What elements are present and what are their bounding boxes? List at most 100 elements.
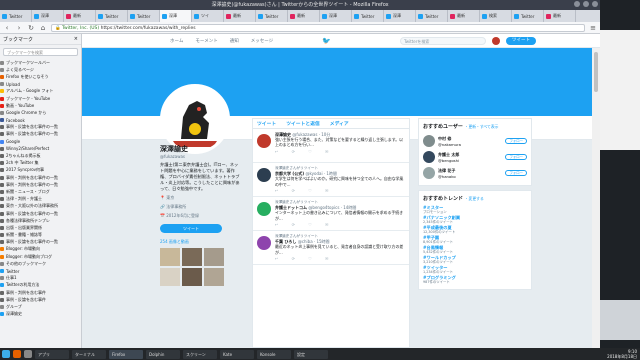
twitter-nav-item[interactable]: モーメント <box>195 38 217 44</box>
bookmark-item[interactable]: 事例・反論を含む事件の一覧 <box>0 239 81 246</box>
photo-thumb[interactable] <box>160 268 180 286</box>
tweet[interactable]: 深澤諭史さんがリツイート 千葉 ひろし @chiba · 15時間 最近のネット炎上… <box>253 231 409 266</box>
bookmark-item[interactable]: アルバム - Google フォト <box>0 88 81 95</box>
bookmark-item[interactable]: 深澤諭史 <box>0 311 81 318</box>
timeline-tab[interactable]: ツイートと返信 <box>286 120 320 127</box>
bookmark-item[interactable]: 仕事1 <box>0 275 81 282</box>
bookmark-item[interactable]: Twitter <box>0 267 81 274</box>
window-titlebar[interactable]: 深澤諭史(@fukazawas)さん | Twitterからの全世界ツイート -… <box>0 0 600 10</box>
taskbar-task[interactable]: Konsole <box>257 349 291 359</box>
browser-tab[interactable]: 最新 <box>448 10 480 22</box>
compose-tweet-button[interactable]: ツイート <box>506 37 536 45</box>
photo-thumb[interactable] <box>160 248 180 266</box>
user-avatar[interactable] <box>423 151 435 163</box>
bookmark-search-input[interactable]: ブックマークを検索 <box>3 48 78 56</box>
browser-tab[interactable]: 最新 <box>544 10 576 22</box>
bookmark-item[interactable]: 法律・判例・弁護士 <box>0 196 81 203</box>
launcher-icon[interactable] <box>13 350 21 358</box>
launcher-icon[interactable] <box>24 350 32 358</box>
browser-tab[interactable]: Twitter <box>128 10 160 22</box>
tweet-actions[interactable]: ↩ ⟳ ♡ ✉ <box>275 256 405 261</box>
url-bar[interactable]: 🔒 Twitter, Inc. (US) https://twitter.com… <box>51 23 585 32</box>
photo-thumb[interactable] <box>204 268 224 286</box>
photo-thumb[interactable] <box>204 248 224 266</box>
browser-tab[interactable]: Twitter <box>96 10 128 22</box>
sidebar-title[interactable]: ブックマーク <box>3 36 33 43</box>
browser-tab[interactable]: 検索 <box>480 10 512 22</box>
bookmark-item[interactable]: 2017 Syncprov何事 <box>0 167 81 174</box>
taskbar-task[interactable]: Dolphin <box>146 349 180 359</box>
browser-tab[interactable]: Twitter <box>256 10 288 22</box>
bookmark-item[interactable]: Blogger: 市場動向ブログ <box>0 253 81 260</box>
photos-videos-link[interactable]: 254 画像と動画 <box>160 239 240 245</box>
twitter-bird-icon[interactable]: 🐦 <box>322 37 331 45</box>
bookmark-item[interactable]: 新聞・書籍・雑誌等 <box>0 232 81 239</box>
tweet-avatar[interactable] <box>257 168 271 182</box>
suggestions-links[interactable]: ・更新・すべて表示 <box>465 124 499 129</box>
bookmark-item[interactable]: 事例・反論を含む事件の一覧 <box>0 124 81 131</box>
tweet-actions[interactable]: ↩ ⟳ ♡ ✉ <box>275 188 405 193</box>
twitter-nav-item[interactable]: 通知 <box>230 38 239 44</box>
bookmark-item[interactable]: 東京・大阪以外の法律事務所 <box>0 203 81 210</box>
browser-tab[interactable]: Twitter <box>0 10 32 22</box>
bookmark-item[interactable]: Blogger: 市場動向 <box>0 246 81 253</box>
bookmark-item[interactable]: Winny2/Share/Perfect <box>0 145 81 152</box>
clock[interactable]: 9:10 2018年8月18日 <box>607 349 640 359</box>
trends-change-link[interactable]: ・変更する <box>465 196 484 201</box>
profile-handle[interactable]: @fukazawas <box>160 154 240 159</box>
user-avatar[interactable] <box>423 167 435 179</box>
timeline-tab[interactable]: ツイート <box>257 120 276 127</box>
bookmark-item[interactable]: 新聞・ニュース・ブログ <box>0 188 81 195</box>
scrollbar-thumb[interactable] <box>594 52 598 92</box>
bookmark-item[interactable]: 事例・反論を含む事件の一覧 <box>0 210 81 217</box>
close-icon[interactable]: × <box>74 36 78 42</box>
background-window[interactable] <box>600 300 640 340</box>
browser-tab[interactable]: 深澤 <box>320 10 352 22</box>
tweet-actions[interactable]: ↩ ⟳ ♡ ✉ <box>275 222 405 227</box>
browser-tab[interactable]: 深澤 <box>32 10 64 22</box>
bookmark-item[interactable]: グループ <box>0 303 81 310</box>
tweet[interactable]: 深澤諭史さんがリツイート 弁護士ドットコム @bengo4topics · 14時… <box>253 197 409 232</box>
bookmark-item[interactable]: ブックマークツールバー <box>0 59 81 66</box>
maximize-button[interactable] <box>583 1 589 7</box>
minimize-button[interactable] <box>574 1 580 7</box>
user-name[interactable]: 法律 花子 <box>438 168 455 173</box>
bookmark-item[interactable]: 動画 - YouTube <box>0 102 81 109</box>
tweet-actions[interactable]: ↩ ⟳ ♡ ✉ <box>275 149 405 154</box>
profile-url[interactable]: 🔗 法律事務所 <box>160 204 240 210</box>
bookmark-item[interactable]: 事例・反論を含む事件 <box>0 296 81 303</box>
tweet[interactable]: 深澤諭史 @fukazawas · 10分 強い主張を行う場合、また、対策などを要… <box>253 129 409 163</box>
browser-tab[interactable]: Twitter <box>512 10 544 22</box>
tweet[interactable]: 深澤諭史さんがリツイート 京都大学 (公式) @kyodai · 1時間 大学生は何… <box>253 163 409 198</box>
suggested-user[interactable]: 中村 修 @nakamura フォロー <box>423 133 527 149</box>
browser-tab[interactable]: 最新 <box>224 10 256 22</box>
account-avatar[interactable] <box>492 37 500 45</box>
user-name[interactable]: 中村 修 <box>438 136 451 141</box>
taskbar-task[interactable]: Firefox <box>109 349 143 359</box>
home-icon[interactable]: ⌂ <box>39 24 47 32</box>
browser-tab[interactable]: Twitter <box>352 10 384 22</box>
tweet-avatar[interactable] <box>257 236 271 251</box>
twitter-nav-item[interactable]: ホーム <box>170 38 183 44</box>
bookmark-item[interactable]: 事例・判例を含む事件 <box>0 289 81 296</box>
back-arrow-icon[interactable]: ‹ <box>3 24 11 32</box>
suggested-user[interactable]: 法律 花子 @hanako フォロー <box>423 165 527 181</box>
taskbar-task[interactable]: アプリ <box>35 349 69 359</box>
user-name[interactable]: 弁護士 太郎 <box>438 152 459 157</box>
follow-small-button[interactable]: フォロー <box>505 170 527 176</box>
twitter-search-input[interactable]: Twitterを検索 <box>400 37 486 45</box>
reload-icon[interactable]: ↻ <box>27 24 35 32</box>
bookmark-item[interactable]: Twitterの利用方法 <box>0 282 81 289</box>
close-button[interactable] <box>592 1 598 7</box>
bookmark-item[interactable]: ブックマーク - YouTube <box>0 95 81 102</box>
bookmark-item[interactable]: 各種法律事務所テンプレ <box>0 217 81 224</box>
taskbar-task[interactable]: ターミナル <box>72 349 106 359</box>
bookmark-item[interactable]: Facebook <box>0 117 81 124</box>
browser-tab[interactable]: 最新 <box>64 10 96 22</box>
bookmark-item[interactable]: 事例・判例を含む事件の一覧 <box>0 181 81 188</box>
bookmark-item[interactable]: 事例・反論を含む事件の一覧 <box>0 131 81 138</box>
bookmark-item[interactable]: 2ch 中 Twitter 集 <box>0 160 81 167</box>
tweet-to-button[interactable]: ツイート <box>160 224 222 233</box>
taskbar-task[interactable]: Kate <box>220 349 254 359</box>
twitter-nav-item[interactable]: メッセージ <box>251 38 273 44</box>
